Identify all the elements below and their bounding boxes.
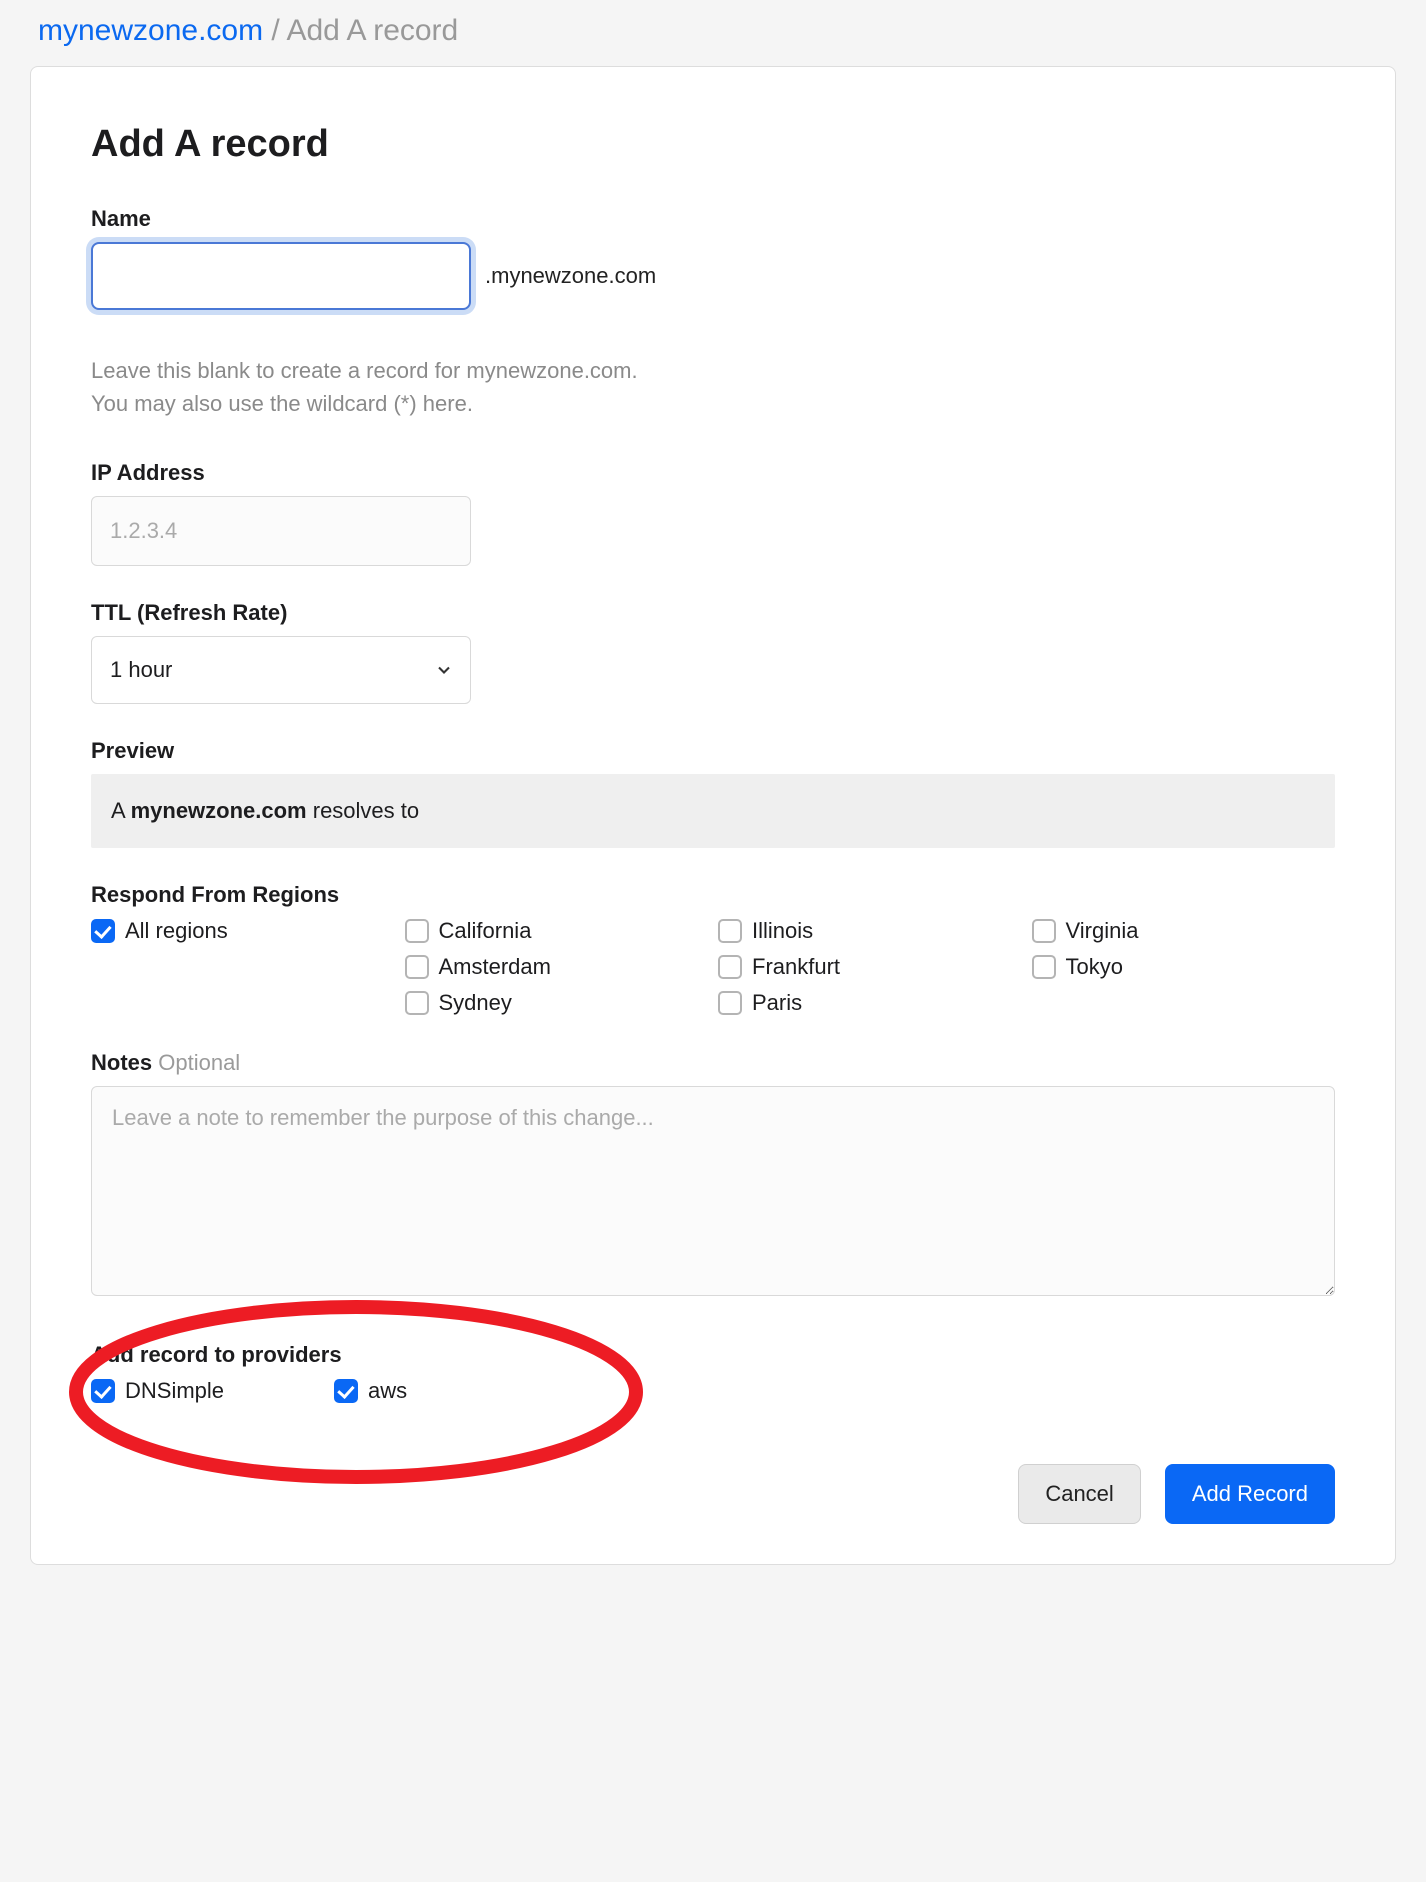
region-label: Amsterdam [439,954,551,980]
notes-label-row: Notes Optional [91,1050,1335,1076]
regions-label: Respond From Regions [91,882,1335,908]
region-item: Virginia [1032,918,1336,944]
region-checkbox[interactable] [718,991,742,1015]
name-hint-line2: You may also use the wildcard (*) here. [91,387,1335,420]
providers-label: Add record to providers [91,1342,1335,1368]
region-checkbox[interactable] [718,955,742,979]
page-title: Add A record [91,123,1335,166]
preview-suffix: resolves to [307,798,420,823]
region-checkbox[interactable] [405,955,429,979]
breadcrumb-zone-link[interactable]: mynewzone.com [38,14,263,47]
provider-item: DNSimple [91,1378,224,1404]
provider-label: DNSimple [125,1378,224,1404]
ttl-label: TTL (Refresh Rate) [91,600,1335,626]
region-checkbox[interactable] [718,919,742,943]
region-item [91,990,395,1016]
ip-label: IP Address [91,460,1335,486]
preview-box: A mynewzone.com resolves to [91,774,1335,848]
regions-grid: All regions California Illinois Virginia Ams… [91,918,1335,1016]
breadcrumb: mynewzone.com / Add A record [30,0,1396,66]
region-item [91,954,395,980]
name-input[interactable] [91,242,471,310]
name-hint-line1: Leave this blank to create a record for … [91,354,1335,387]
button-row: Cancel Add Record [91,1464,1335,1524]
providers-row: DNSimple aws [91,1378,1335,1404]
add-record-button[interactable]: Add Record [1165,1464,1335,1524]
preview-label: Preview [91,738,1335,764]
region-label: California [439,918,532,944]
region-item: Tokyo [1032,954,1336,980]
ip-input[interactable] [91,496,471,566]
name-label: Name [91,206,1335,232]
breadcrumb-current: Add A record [286,14,458,47]
region-checkbox[interactable] [1032,955,1056,979]
region-item: California [405,918,709,944]
region-label: Illinois [752,918,813,944]
cancel-button[interactable]: Cancel [1018,1464,1140,1524]
region-checkbox[interactable] [1032,919,1056,943]
notes-field-group: Notes Optional [91,1050,1335,1302]
ttl-select[interactable]: 1 hour [91,636,471,704]
preview-field-group: Preview A mynewzone.com resolves to [91,738,1335,848]
region-item: Sydney [405,990,709,1016]
notes-optional-text: Optional [158,1050,240,1075]
ip-field-group: IP Address [91,460,1335,566]
region-item: Frankfurt [718,954,1022,980]
breadcrumb-separator: / [263,14,286,47]
provider-checkbox[interactable] [91,1379,115,1403]
name-field-group: Name .mynewzone.com Leave this blank to … [91,206,1335,420]
preview-prefix: A [111,798,131,823]
notes-textarea[interactable] [91,1086,1335,1296]
provider-item: aws [334,1378,407,1404]
region-label: Tokyo [1066,954,1123,980]
region-label: Virginia [1066,918,1139,944]
region-label: Frankfurt [752,954,840,980]
providers-section: Add record to providers DNSimple aws [91,1336,1335,1404]
region-checkbox[interactable] [405,991,429,1015]
provider-checkbox[interactable] [334,1379,358,1403]
region-item: Illinois [718,918,1022,944]
region-checkbox[interactable] [405,919,429,943]
region-item: All regions [91,918,395,944]
notes-label: Notes [91,1050,152,1075]
region-label: All regions [125,918,228,944]
form-card: Add A record Name .mynewzone.com Leave t… [30,66,1396,1565]
region-item [1032,990,1336,1016]
name-suffix: .mynewzone.com [485,263,656,289]
region-item: Amsterdam [405,954,709,980]
preview-domain: mynewzone.com [131,798,307,823]
region-label: Paris [752,990,802,1016]
region-label: Sydney [439,990,512,1016]
ttl-field-group: TTL (Refresh Rate) 1 hour [91,600,1335,704]
chevron-down-icon [434,660,454,680]
region-item: Paris [718,990,1022,1016]
ttl-selected-value: 1 hour [110,657,172,683]
region-checkbox[interactable] [91,919,115,943]
name-hint: Leave this blank to create a record for … [91,354,1335,420]
provider-label: aws [368,1378,407,1404]
regions-field-group: Respond From Regions All regions Californ… [91,882,1335,1016]
